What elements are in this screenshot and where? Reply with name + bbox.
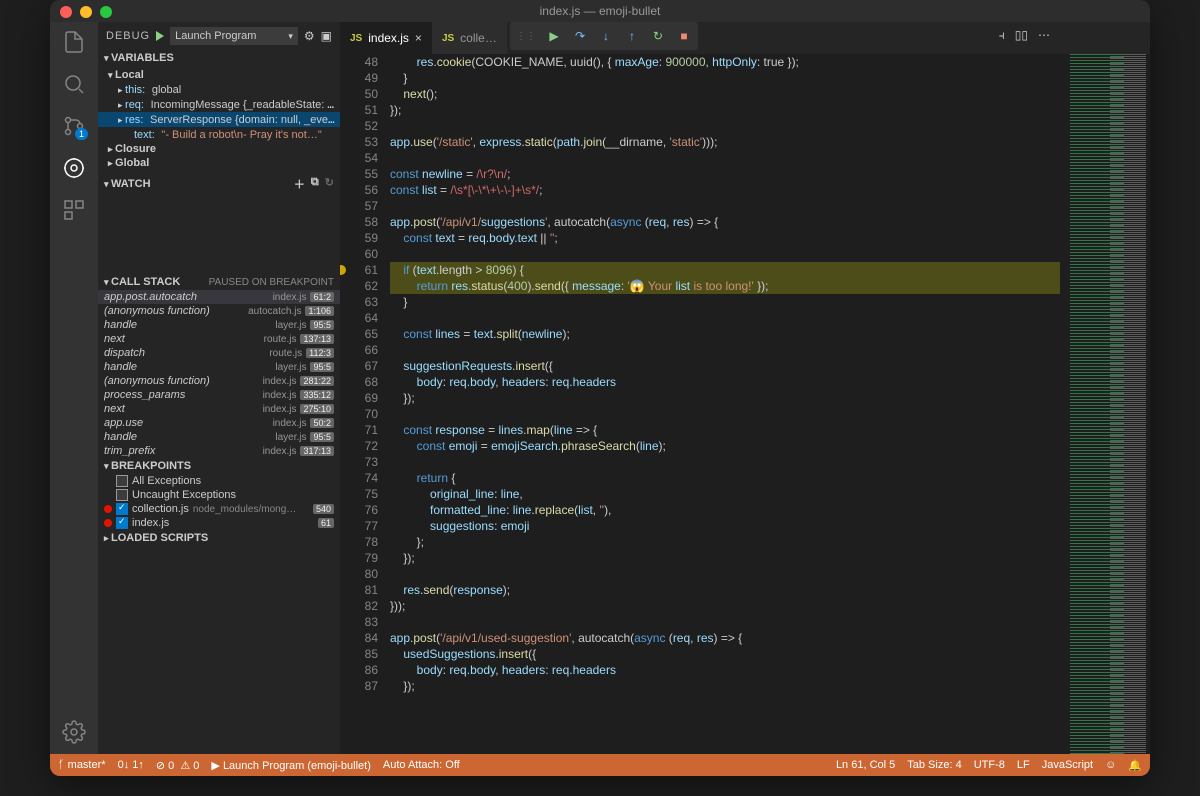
restart-button[interactable]: ↻ <box>650 28 666 44</box>
debug-sidebar: DEBUG Launch Program ⚙ ▣ VARIABLES Local… <box>98 22 340 754</box>
debug-toolbar[interactable]: ⋮⋮ ▶ ↷ ↓ ↑ ↻ ■ <box>510 22 698 50</box>
breakpoint-row[interactable]: collection.jsnode_modules/mong…540 <box>98 502 340 516</box>
stack-frame[interactable]: app.useindex.js50:2 <box>98 416 340 430</box>
stack-frame[interactable]: trim_prefixindex.js317:13 <box>98 444 340 458</box>
launch-status[interactable]: ▶ Launch Program (emoji-bullet) <box>211 759 370 772</box>
search-icon[interactable] <box>62 72 86 96</box>
checkbox[interactable] <box>116 517 128 529</box>
language-mode[interactable]: JavaScript <box>1042 759 1093 771</box>
loaded-scripts-header[interactable]: LOADED SCRIPTS <box>98 530 340 546</box>
close-window-button[interactable] <box>60 6 72 18</box>
checkbox[interactable] <box>116 489 128 501</box>
open-changes-icon[interactable]: ⫞ <box>999 28 1005 43</box>
activity-bar: 1 <box>50 22 98 754</box>
stop-button[interactable]: ■ <box>676 28 692 44</box>
continue-button[interactable]: ▶ <box>546 28 562 44</box>
cursor-position[interactable]: Ln 61, Col 5 <box>836 759 895 771</box>
breakpoints-header[interactable]: BREAKPOINTS <box>98 458 340 474</box>
watch-body <box>98 194 340 274</box>
checkbox[interactable] <box>116 475 128 487</box>
stack-frame[interactable]: nextindex.js275:10 <box>98 402 340 416</box>
eol[interactable]: LF <box>1017 759 1030 771</box>
debug-console-icon[interactable]: ▣ <box>321 29 332 43</box>
extensions-icon[interactable] <box>62 198 86 222</box>
minimap[interactable] <box>1060 54 1150 754</box>
js-file-icon: JS <box>350 33 362 44</box>
stack-frame[interactable]: nextroute.js137:13 <box>98 332 340 346</box>
editor-tab[interactable]: JSindex.js× <box>340 22 432 54</box>
variable-row[interactable]: res: ServerResponse {domain: null, _eve… <box>98 112 340 127</box>
encoding[interactable]: UTF-8 <box>974 759 1005 771</box>
debug-label: DEBUG <box>106 30 150 42</box>
start-debug-button[interactable] <box>156 31 164 41</box>
close-tab-icon[interactable]: × <box>415 31 422 45</box>
titlebar: index.js — emoji-bullet <box>50 0 1150 22</box>
branch-status[interactable]: ᚶ master* <box>58 759 106 771</box>
more-actions-icon[interactable]: ⋯ <box>1038 28 1050 43</box>
closure-scope[interactable]: Closure <box>98 142 340 156</box>
explorer-icon[interactable] <box>62 30 86 54</box>
variables-header[interactable]: VARIABLES <box>98 50 340 66</box>
stack-frame[interactable]: app.post.autocatchindex.js61:2 <box>98 290 340 304</box>
watch-header[interactable]: WATCH ＋⧉↻ <box>98 174 340 194</box>
checkbox[interactable] <box>116 503 128 515</box>
window-title: index.js — emoji-bullet <box>540 4 661 18</box>
debug-config-dropdown[interactable]: Launch Program <box>170 27 298 45</box>
breakpoint-marker-icon[interactable] <box>340 265 346 275</box>
tab-size[interactable]: Tab Size: 4 <box>907 759 961 771</box>
step-out-button[interactable]: ↑ <box>624 28 640 44</box>
stack-frame[interactable]: (anonymous function)autocatch.js1:106 <box>98 304 340 318</box>
app-window: index.js — emoji-bullet 1 DEBUG Launch P… <box>50 0 1150 776</box>
debug-icon[interactable] <box>62 156 86 180</box>
uncaught-exceptions-row[interactable]: Uncaught Exceptions <box>98 488 340 502</box>
code-area[interactable]: res.cookie(COOKIE_NAME, uuid(), { maxAge… <box>390 54 1060 754</box>
feedback-icon[interactable]: ☺ <box>1105 759 1116 771</box>
variable-row[interactable]: text: "- Build a robot\n- Pray it's not…… <box>98 127 340 142</box>
minimize-window-button[interactable] <box>80 6 92 18</box>
settings-icon[interactable] <box>62 720 86 744</box>
step-into-button[interactable]: ↓ <box>598 28 614 44</box>
add-watch-icon[interactable]: ＋ <box>294 176 305 192</box>
sync-status[interactable]: 0↓ 1↑ <box>118 759 144 771</box>
problems-status[interactable]: ⊘ 0 ⚠ 0 <box>156 759 200 772</box>
collapse-watch-icon[interactable]: ⧉ <box>311 176 319 192</box>
notifications-icon[interactable]: 🔔 <box>1128 759 1142 772</box>
toolbar-grip-icon[interactable]: ⋮⋮ <box>516 31 536 42</box>
refresh-watch-icon[interactable]: ↻ <box>325 176 334 192</box>
debug-settings-icon[interactable]: ⚙ <box>304 29 315 43</box>
stack-frame[interactable]: dispatchroute.js112:3 <box>98 346 340 360</box>
stack-frame[interactable]: handlelayer.js95:5 <box>98 360 340 374</box>
editor-tab[interactable]: JScolle… <box>432 22 507 54</box>
js-file-icon: JS <box>442 33 454 44</box>
scm-badge: 1 <box>75 128 88 140</box>
local-scope[interactable]: Local <box>98 68 340 82</box>
variable-row[interactable]: this: global <box>98 82 340 97</box>
stack-frame[interactable]: handlelayer.js95:5 <box>98 318 340 332</box>
stack-frame[interactable]: process_paramsindex.js335:12 <box>98 388 340 402</box>
status-bar: ᚶ master* 0↓ 1↑ ⊘ 0 ⚠ 0 ▶ Launch Program… <box>50 754 1150 776</box>
step-over-button[interactable]: ↷ <box>572 28 588 44</box>
all-exceptions-row[interactable]: All Exceptions <box>98 474 340 488</box>
global-scope[interactable]: Global <box>98 156 340 170</box>
auto-attach-status[interactable]: Auto Attach: Off <box>383 759 460 771</box>
split-editor-icon[interactable]: ▯▯ <box>1015 28 1028 43</box>
line-gutter[interactable]: 4849505152535455565758596061626364656667… <box>340 54 390 754</box>
breakpoint-row[interactable]: index.js61 <box>98 516 340 530</box>
source-control-icon[interactable]: 1 <box>62 114 86 138</box>
breakpoint-dot-icon <box>104 505 112 513</box>
variable-row[interactable]: req: IncomingMessage {_readableState: R… <box>98 97 340 112</box>
stack-frame[interactable]: handlelayer.js95:5 <box>98 430 340 444</box>
breakpoint-dot-icon <box>104 519 112 527</box>
zoom-window-button[interactable] <box>100 6 112 18</box>
callstack-header[interactable]: CALL STACKPAUSED ON BREAKPOINT <box>98 274 340 290</box>
stack-frame[interactable]: (anonymous function)index.js281:22 <box>98 374 340 388</box>
editor: JSindex.js×JScolle… ⋮⋮ ▶ ↷ ↓ ↑ ↻ ■ ⫞ ▯▯ … <box>340 22 1150 754</box>
